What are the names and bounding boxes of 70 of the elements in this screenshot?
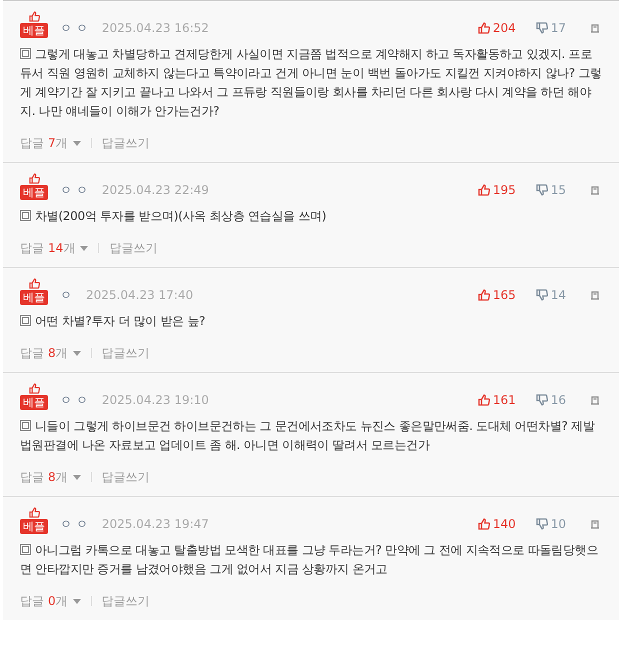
caret-icon[interactable] — [80, 246, 88, 250]
comment-text: 아니그럼 카톡으로 대놓고 탈출방법 모색한 대표를 그냥 두라는거? 만약에 그 전에 지속적으로 따돌림당햇으면 안타깝지만 증거를 남겼어야했음 그게 없어서 지금 상황까지 온거고 — [20, 542, 600, 578]
comment-date: 2025.04.23 19:10 — [102, 392, 209, 409]
caret-icon[interactable] — [72, 140, 81, 146]
reply-count-link[interactable]: 답글 14개 — [20, 239, 76, 257]
author-name: ㅇ ㅇ — [60, 182, 88, 199]
comment-date: 2025.04.23 19:47 — [102, 516, 209, 533]
report-icon[interactable] — [590, 185, 600, 195]
comment-icon — [20, 544, 31, 555]
report-icon[interactable] — [590, 395, 600, 405]
like-button[interactable]: 161 — [478, 391, 516, 409]
reply-count-link[interactable]: 답글 7개 — [20, 134, 68, 152]
dislike-button[interactable]: 15 — [536, 181, 566, 199]
thumbs-up-icon — [28, 507, 40, 518]
report-icon[interactable] — [590, 23, 600, 33]
reply-count-link[interactable]: 답글 8개 — [20, 344, 68, 362]
caret-icon[interactable] — [72, 598, 81, 604]
author-name: ㅇ ㅇ — [60, 392, 88, 409]
author-name: ㅇ ㅇ — [60, 20, 88, 37]
author-name: ㅇ — [60, 287, 72, 304]
thumbs-down-icon — [536, 394, 548, 406]
comment-date: 2025.04.23 17:40 — [86, 287, 194, 304]
reply-count-link[interactable]: 답글 0개 — [20, 592, 68, 610]
author-name: ㅇ ㅇ — [60, 516, 88, 533]
thumbs-down-icon — [536, 518, 548, 530]
thumbs-up-icon — [28, 278, 40, 289]
best-badge: 베플 — [20, 23, 48, 38]
dislike-button[interactable]: 10 — [536, 515, 566, 533]
thumbs-up-icon — [478, 289, 490, 301]
comment-text: 차별(200억 투자를 받으며)(사옥 최상층 연습실을 쓰며) — [20, 207, 326, 226]
comment-text: 그렇게 대놓고 차별당하고 견제당한게 사실이면 지금쯤 법적으로 계약해지 하고 독자활동하고 있겠지. 프로듀서 직원 영원히 교체하지 않는다고 특약이라고 건게 아니면 눈이 백번 돌아가도 지킬껀 지켜야하지 않나? 그렇게 계약기간 잘 지키고 끝나고 나와서 그 프듀랑 직원들이랑 회사를 차리던 다른 회사랑 다시 계약을 하던 해야지. 나만 얘네들이 이해가 안가는건가? — [20, 46, 602, 120]
write-reply-link[interactable]: 답글쓰기 — [102, 592, 150, 610]
best-badge: 베플 — [20, 185, 48, 200]
like-button[interactable]: 165 — [478, 286, 516, 304]
best-badge: 베플 — [20, 519, 48, 534]
dislike-button[interactable]: 14 — [536, 286, 566, 304]
comment-icon — [20, 420, 31, 431]
best-badge: 베플 — [20, 395, 48, 410]
write-reply-link[interactable]: 답글쓰기 — [102, 134, 150, 152]
caret-icon[interactable] — [72, 474, 81, 480]
comment-icon — [20, 48, 31, 59]
thumbs-up-icon — [478, 22, 490, 34]
thumbs-up-icon — [478, 518, 490, 530]
comment-date: 2025.04.23 16:52 — [102, 20, 209, 37]
comment-text: 니들이 그렇게 하이브문건 하이브문건하는 그 문건에서조차도 뉴진스 좋은말만써줌. 도대체 어떤차별? 제발 법원판결에 나온 자료보고 업데이트 좀 해. 아니면 이해력이 딸려서 모르는건가 — [20, 418, 596, 454]
thumbs-down-icon — [536, 22, 548, 34]
dislike-button[interactable]: 17 — [536, 19, 566, 37]
best-badge: 베플 — [20, 290, 48, 305]
thumbs-up-icon — [28, 383, 40, 394]
like-button[interactable]: 195 — [478, 181, 516, 199]
report-icon[interactable] — [590, 290, 600, 300]
thumbs-up-icon — [28, 11, 40, 22]
write-reply-link[interactable]: 답글쓰기 — [102, 344, 150, 362]
thumbs-up-icon — [28, 173, 40, 184]
comment-text: 어떤 차별?투자 더 많이 받은 늪? — [20, 312, 206, 331]
dislike-button[interactable]: 16 — [536, 391, 566, 409]
thumbs-down-icon — [536, 184, 548, 196]
thumbs-down-icon — [536, 289, 548, 301]
like-button[interactable]: 204 — [478, 19, 516, 37]
comment-icon — [20, 315, 31, 326]
write-reply-link[interactable]: 답글쓰기 — [109, 239, 158, 257]
comment-date: 2025.04.23 22:49 — [102, 182, 209, 199]
write-reply-link[interactable]: 답글쓰기 — [102, 468, 150, 486]
comment-icon — [20, 210, 31, 221]
thumbs-up-icon — [478, 184, 490, 196]
thumbs-up-icon — [478, 394, 490, 406]
reply-count-link[interactable]: 답글 8개 — [20, 468, 68, 486]
like-button[interactable]: 140 — [478, 515, 516, 533]
caret-icon[interactable] — [72, 350, 81, 356]
report-icon[interactable] — [590, 519, 600, 529]
